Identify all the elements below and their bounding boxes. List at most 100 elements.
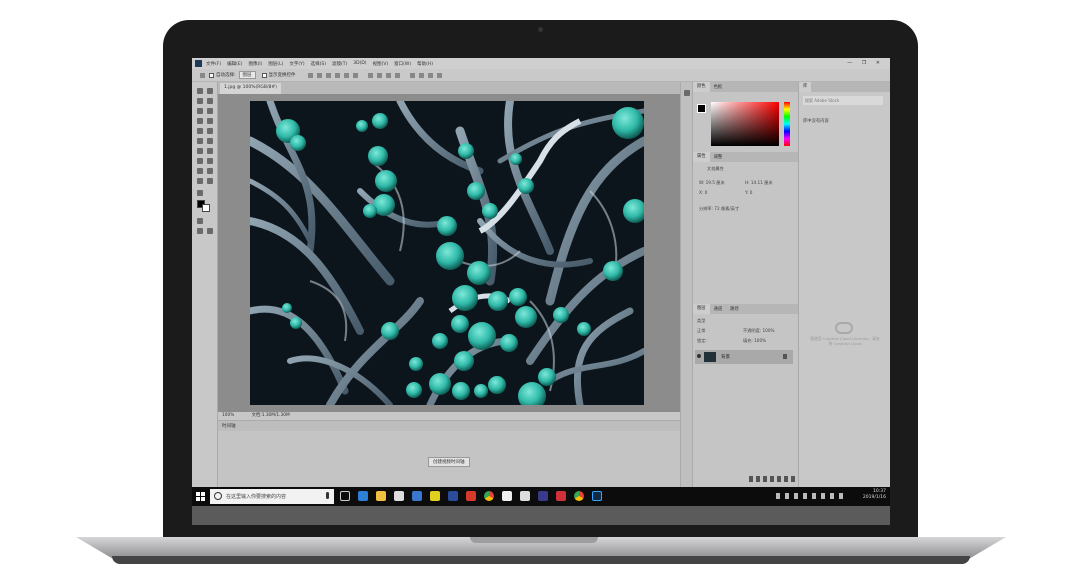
menu-edit[interactable]: 编辑(E) <box>227 61 242 67</box>
prop-x[interactable]: X: 0 <box>699 190 707 195</box>
prop-y[interactable]: Y: 0 <box>745 190 752 195</box>
window-controls[interactable]: — ❐ ✕ <box>847 60 884 66</box>
tab-layers[interactable]: 图层 <box>693 304 710 314</box>
history-brush-icon[interactable] <box>207 128 213 134</box>
history-panel-icon[interactable] <box>684 90 690 96</box>
app-icon[interactable] <box>466 491 476 501</box>
tab-libraries[interactable]: 库 <box>799 82 812 92</box>
align-right-icon[interactable] <box>325 72 331 78</box>
store-icon[interactable] <box>394 491 404 501</box>
3d-mode-icon[interactable] <box>436 72 442 78</box>
align-left-icon[interactable] <box>307 72 313 78</box>
zoom-level[interactable]: 100% <box>222 413 234 418</box>
more-tools-icon[interactable] <box>197 190 203 196</box>
taskbar-search-placeholder[interactable]: 在这里输入你要搜索的内容 <box>226 493 286 500</box>
lasso-tool-icon[interactable] <box>197 98 203 104</box>
brush-tool-icon[interactable] <box>207 118 213 124</box>
menu-filter[interactable]: 滤镜(T) <box>332 61 347 67</box>
eyedropper-icon[interactable] <box>207 108 213 114</box>
screen-mode-icon[interactable] <box>197 228 203 234</box>
app-icon[interactable] <box>412 491 422 501</box>
align-center-icon[interactable] <box>316 72 322 78</box>
windows-start-icon[interactable] <box>196 492 205 501</box>
blend-mode-select[interactable]: 正常 <box>697 328 705 334</box>
auto-select-checkbox[interactable] <box>209 72 214 78</box>
quick-select-icon[interactable] <box>207 98 213 104</box>
rectangle-tool-icon[interactable] <box>207 168 213 174</box>
microphone-icon[interactable] <box>326 492 329 499</box>
tab-swatches[interactable]: 色板 <box>710 84 727 90</box>
app-icon[interactable] <box>556 491 566 501</box>
create-video-timeline-button[interactable]: 创建视频时间轴 <box>428 457 470 467</box>
align-top-icon[interactable] <box>334 72 340 78</box>
path-select-icon[interactable] <box>197 168 203 174</box>
healing-brush-icon[interactable] <box>197 118 203 124</box>
distribute-icon[interactable] <box>367 72 373 78</box>
mail-icon[interactable] <box>520 491 530 501</box>
prop-height[interactable]: H: 14.11 厘米 <box>745 180 773 186</box>
color-panel-swatch[interactable] <box>697 104 706 113</box>
tab-paths[interactable]: 路径 <box>726 306 743 312</box>
marquee-tool-icon[interactable] <box>207 88 213 94</box>
menu-image[interactable]: 图像(I) <box>248 61 262 67</box>
tab-channels[interactable]: 通道 <box>710 306 727 312</box>
screen-mode-icon[interactable] <box>207 228 213 234</box>
3d-mode-icon[interactable] <box>409 72 415 78</box>
layer-row[interactable]: 背景 <box>695 350 793 364</box>
dodge-icon[interactable] <box>207 148 213 154</box>
distribute-icon[interactable] <box>385 72 391 78</box>
3d-mode-icon[interactable] <box>427 72 433 78</box>
tab-adjustments[interactable]: 调整 <box>710 154 727 160</box>
distribute-icon[interactable] <box>394 72 400 78</box>
move-tool-icon[interactable] <box>197 88 203 94</box>
app-icon[interactable] <box>448 491 458 501</box>
visibility-eye-icon[interactable] <box>697 354 701 358</box>
app-icon[interactable] <box>538 491 548 501</box>
file-explorer-icon[interactable] <box>376 491 386 501</box>
menu-view[interactable]: 视图(V) <box>373 61 389 67</box>
cortana-icon[interactable] <box>214 492 222 500</box>
hue-slider[interactable] <box>784 102 790 146</box>
taskbar-search[interactable]: 在这里输入你要搜索的内容 <box>210 489 334 504</box>
hand-tool-icon[interactable] <box>197 178 203 184</box>
auto-select-dropdown[interactable]: 图层 <box>238 71 256 79</box>
fill-field[interactable]: 填充: 100% <box>743 338 766 344</box>
blur-icon[interactable] <box>197 148 203 154</box>
type-tool-icon[interactable] <box>207 158 213 164</box>
app-icon[interactable] <box>430 491 440 501</box>
chrome-icon[interactable] <box>484 491 494 501</box>
chrome-icon[interactable] <box>574 491 584 501</box>
zoom-tool-icon[interactable] <box>207 178 213 184</box>
app-icon[interactable] <box>502 491 512 501</box>
gradient-icon[interactable] <box>207 138 213 144</box>
background-color-swatch[interactable] <box>202 204 210 212</box>
clone-stamp-icon[interactable] <box>197 128 203 134</box>
task-view-icon[interactable] <box>340 491 350 501</box>
menu-file[interactable]: 文件(F) <box>206 61 221 67</box>
quick-mask-icon[interactable] <box>197 218 203 224</box>
prop-width[interactable]: W: 19.5 厘米 <box>699 180 725 186</box>
library-search-input[interactable]: 搜索 Adobe Stock <box>803 96 883 105</box>
layer-kind-filter[interactable]: 类型 <box>697 318 705 324</box>
align-middle-icon[interactable] <box>343 72 349 78</box>
menu-window[interactable]: 窗口(W) <box>394 61 411 67</box>
photoshop-taskbar-icon[interactable] <box>592 491 602 501</box>
tab-color[interactable]: 颜色 <box>693 82 710 92</box>
crop-tool-icon[interactable] <box>197 108 203 114</box>
opacity-field[interactable]: 不透明度: 100% <box>743 328 774 334</box>
pen-tool-icon[interactable] <box>197 158 203 164</box>
3d-mode-icon[interactable] <box>418 72 424 78</box>
edge-browser-icon[interactable] <box>358 491 368 501</box>
document-tab[interactable]: 1.jpg @ 100%(RGB/8#) <box>220 83 281 94</box>
menu-3d[interactable]: 3D(D) <box>353 61 366 66</box>
color-picker-field[interactable] <box>711 102 779 146</box>
system-tray-clock[interactable]: 10:37 2019/1/16 <box>863 489 886 501</box>
distribute-icon[interactable] <box>376 72 382 78</box>
menu-type[interactable]: 文字(Y) <box>289 61 304 67</box>
canvas-image[interactable] <box>250 101 644 405</box>
menu-help[interactable]: 帮助(H) <box>417 61 433 67</box>
menu-layer[interactable]: 图层(L) <box>268 61 283 67</box>
tab-properties[interactable]: 属性 <box>693 152 710 162</box>
show-transform-checkbox[interactable] <box>261 72 267 78</box>
move-tool-icon[interactable] <box>200 72 205 78</box>
